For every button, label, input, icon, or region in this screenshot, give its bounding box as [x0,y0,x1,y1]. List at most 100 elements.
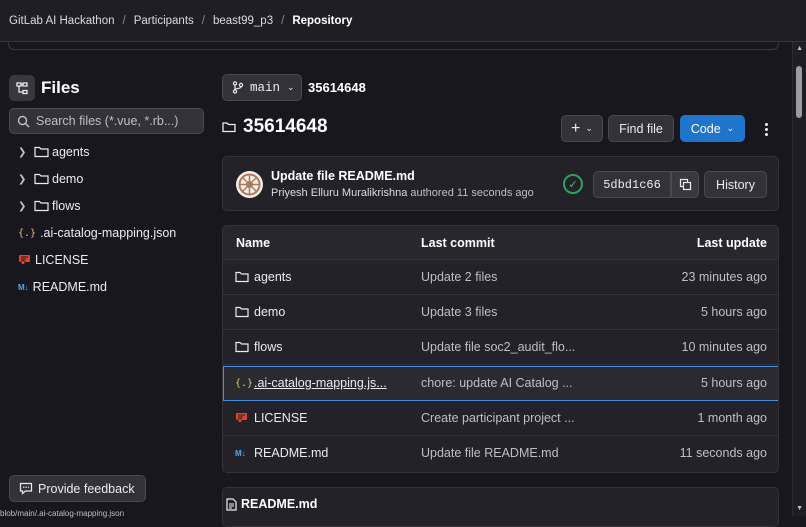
scroll-down-icon[interactable]: ▼ [796,505,803,512]
row-name[interactable]: LICENSE [235,411,308,425]
history-button[interactable]: History [704,171,767,198]
folder-icon [34,146,49,158]
breadcrumb-separator: / [281,14,285,27]
table-row[interactable]: LICENSE Create participant project ... 1… [223,401,778,436]
row-last-update: 11 seconds ago [679,446,767,460]
row-last-commit[interactable]: Create participant project ... [421,411,575,425]
row-name[interactable]: {.} .ai-catalog-mapping.js... [235,376,387,390]
row-last-update: 23 minutes ago [681,270,767,284]
row-name[interactable]: flows [235,340,282,354]
row-last-commit[interactable]: Update 3 files [421,305,497,319]
tree-item-label: flows [52,199,81,213]
file-icon [226,497,237,511]
folder-icon [34,200,49,212]
provide-feedback-button[interactable]: Provide feedback [9,475,146,502]
copy-sha-button[interactable] [671,171,699,198]
table-row[interactable]: flows Update file soc2_audit_flo... 10 m… [223,330,778,365]
breadcrumb-separator: / [201,14,205,27]
row-name[interactable]: agents [235,270,292,284]
tree-item-agents[interactable]: ❯ agents [18,142,90,162]
row-last-update: 1 month ago [697,411,768,425]
row-last-commit[interactable]: Update file README.md [421,446,559,460]
row-name-label: README.md [254,446,329,460]
file-search[interactable] [9,108,204,134]
commit-action: authored [410,187,454,199]
tree-item-demo[interactable]: ❯ demo [18,169,83,189]
license-file-icon [235,412,249,424]
breadcrumb-subgroup[interactable]: Participants [134,15,194,27]
code-button-label: Code [690,121,721,136]
tree-item-label: README.md [32,280,107,294]
file-tree-toggle[interactable] [9,75,35,101]
chevron-right-icon[interactable]: ❯ [18,174,30,185]
breadcrumb: GitLab AI Hackathon / Participants / bea… [0,0,806,42]
chevron-down-icon: ⌄ [287,82,295,92]
branch-name: main [250,80,281,95]
license-file-icon [18,254,31,266]
header-name: Name [236,236,271,250]
row-name-label: flows [254,340,283,354]
row-last-commit[interactable]: Update 2 files [421,270,497,284]
row-last-commit[interactable]: Update file soc2_audit_flo... [421,340,575,354]
repository-path[interactable]: 35614648 [308,80,366,95]
files-table: Name Last commit Last update agents Upda… [222,225,779,473]
status-bar-url: blob/main/.ai-catalog-mapping.json [0,509,125,518]
folder-icon [235,306,249,318]
row-name[interactable]: M↓ README.md [235,446,328,460]
tree-item-license[interactable]: LICENSE [18,250,89,270]
search-icon [17,115,30,127]
code-dropdown-button[interactable]: Code ⌄ [680,115,745,142]
tree-item-readme[interactable]: M↓ README.md [18,277,107,297]
comment-icon [19,482,33,495]
tree-item-ai-catalog-mapping[interactable]: {.} .ai-catalog-mapping.json [18,223,176,243]
provide-feedback-label: Provide feedback [38,481,135,496]
table-row[interactable]: {.} .ai-catalog-mapping.js... chore: upda… [223,366,778,401]
folder-icon [34,173,49,185]
folder-open-icon [222,122,236,133]
row-name-label: LICENSE [254,411,308,425]
row-name[interactable]: demo [235,305,285,319]
avatar[interactable] [236,171,263,198]
breadcrumb-group[interactable]: GitLab AI Hackathon [9,15,114,27]
table-header: Name Last commit Last update [223,226,778,260]
file-tree-sidebar: Files ❯ agents ❯ demo ❯ flows {.} .ai-ca… [0,50,214,516]
tree-item-label: .ai-catalog-mapping.json [40,226,177,240]
row-name-label: demo [254,305,286,319]
header-last-commit: Last commit [421,236,495,250]
folder-icon [235,271,249,283]
pipeline-passed-icon[interactable]: ✓ [563,174,583,194]
plus-icon: + [571,119,581,137]
find-file-button[interactable]: Find file [608,115,674,142]
commit-author[interactable]: Priyesh Elluru Muralikrishna [271,187,407,199]
commit-time: 11 seconds ago [456,187,534,199]
scroll-up-icon[interactable]: ▲ [796,45,803,52]
json-file-icon: {.} [18,227,37,239]
table-row[interactable]: M↓ README.md Update file README.md 11 sec… [223,436,778,471]
header-strip [8,42,779,50]
scrollbar-thumb[interactable] [796,66,802,118]
commit-meta: Priyesh Elluru Muralikrishna authored 11… [271,187,534,199]
row-last-commit[interactable]: chore: update AI Catalog ... [421,376,573,390]
tree-item-flows[interactable]: ❯ flows [18,196,80,216]
table-row[interactable]: agents Update 2 files 23 minutes ago [223,260,778,295]
search-files-input[interactable] [36,114,196,128]
commit-message[interactable]: Update file README.md [271,169,415,183]
file-tree-icon [16,82,28,95]
add-dropdown-button[interactable]: + ⌄ [561,115,603,142]
table-row[interactable]: demo Update 3 files 5 hours ago [223,295,778,330]
header-last-update: Last update [696,236,767,250]
more-actions-icon[interactable] [760,118,772,140]
breadcrumb-project[interactable]: beast99_p3 [213,15,273,27]
copy-icon [679,178,691,191]
row-last-update: 5 hours ago [700,376,767,390]
branch-selector[interactable]: main ⌄ [222,74,302,101]
row-name-label: agents [254,270,292,284]
chevron-right-icon[interactable]: ❯ [18,201,30,212]
page-title: 35614648 [243,116,328,137]
json-file-icon: {.} [235,377,254,389]
breadcrumb-current: Repository [292,14,353,27]
commit-sha[interactable]: 5dbd1c66 [593,171,671,198]
readme-panel: README.md [222,487,779,527]
chevron-right-icon[interactable]: ❯ [18,147,30,158]
readme-title[interactable]: README.md [241,497,317,511]
